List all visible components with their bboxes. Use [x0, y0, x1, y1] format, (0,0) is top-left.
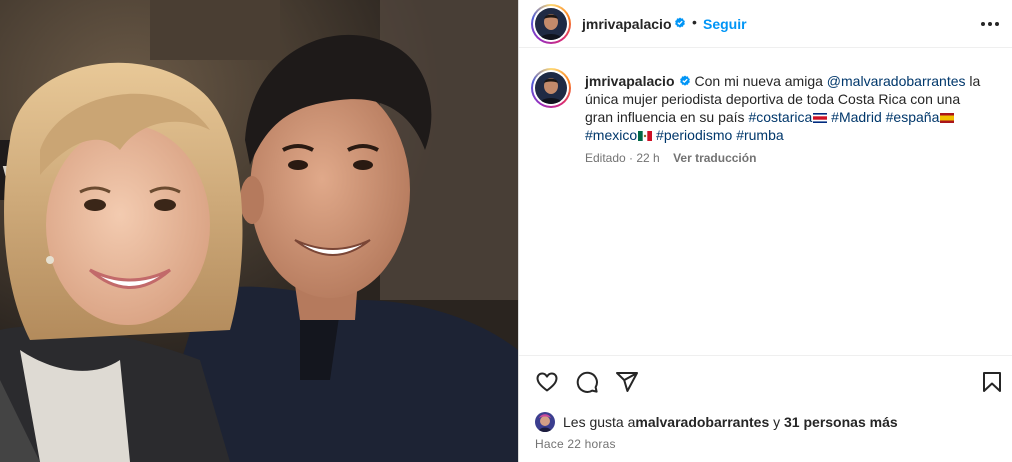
post-time[interactable]: Hace 22 horas [535, 437, 616, 451]
post-header: jmrivapalacio • Seguir [519, 0, 1012, 48]
caption-username[interactable]: jmrivapalacio [585, 73, 675, 89]
actions-divider [519, 355, 1012, 356]
hashtag-link[interactable]: #españa [886, 109, 940, 125]
hashtag-link[interactable]: #Madrid [831, 109, 882, 125]
paper-plane-icon[interactable] [615, 370, 639, 394]
costa-rica-flag-icon [813, 113, 828, 123]
header-username[interactable]: jmrivapalacio [582, 16, 672, 32]
hashtag-link[interactable]: #rumba [736, 127, 783, 143]
post-photo[interactable]: we [0, 0, 518, 462]
hashtag-link[interactable]: #mexico [585, 127, 637, 143]
caption-meta: Editado · 22 h Ver traducción [585, 151, 756, 165]
verified-badge-icon [679, 75, 690, 86]
likes-others-link[interactable]: 31 personas más [784, 414, 898, 430]
caption-avatar[interactable] [531, 68, 571, 108]
hashtag-link[interactable]: #costarica [748, 109, 812, 125]
follow-button[interactable]: Seguir [703, 16, 747, 32]
selfie-image: we [0, 0, 518, 462]
liker-username[interactable]: malvaradobarrantes [635, 414, 769, 430]
edited-timestamp: Editado · 22 h [585, 151, 660, 165]
likes-prefix: Les gusta a [563, 414, 636, 430]
verified-badge-icon [675, 17, 685, 28]
liker-avatar[interactable] [535, 412, 555, 432]
see-translation-button[interactable]: Ver traducción [673, 151, 756, 165]
comment-icon[interactable] [575, 370, 599, 394]
heart-icon[interactable] [535, 370, 559, 394]
post-details-panel: jmrivapalacio • Seguir jmrivapalacio Con… [519, 0, 1012, 462]
more-options-icon[interactable] [979, 14, 1001, 34]
hashtag-link[interactable]: #periodismo [656, 127, 732, 143]
mexico-flag-icon [638, 131, 653, 141]
mention-link[interactable]: @malvaradobarrantes [827, 73, 966, 89]
profile-avatar[interactable] [531, 4, 571, 44]
caption-text: Con mi nueva amiga [694, 73, 827, 89]
avatar-image [535, 72, 567, 104]
bookmark-icon[interactable] [980, 370, 1004, 394]
likes-summary: Les gusta a malvaradobarrantes y 31 pers… [535, 412, 898, 432]
likes-connector: y [769, 414, 785, 430]
separator-dot: • [692, 14, 697, 30]
post-caption: jmrivapalacio Con mi nueva amiga @malvara… [585, 72, 985, 144]
spain-flag-icon [940, 113, 955, 123]
avatar-image [535, 8, 567, 40]
